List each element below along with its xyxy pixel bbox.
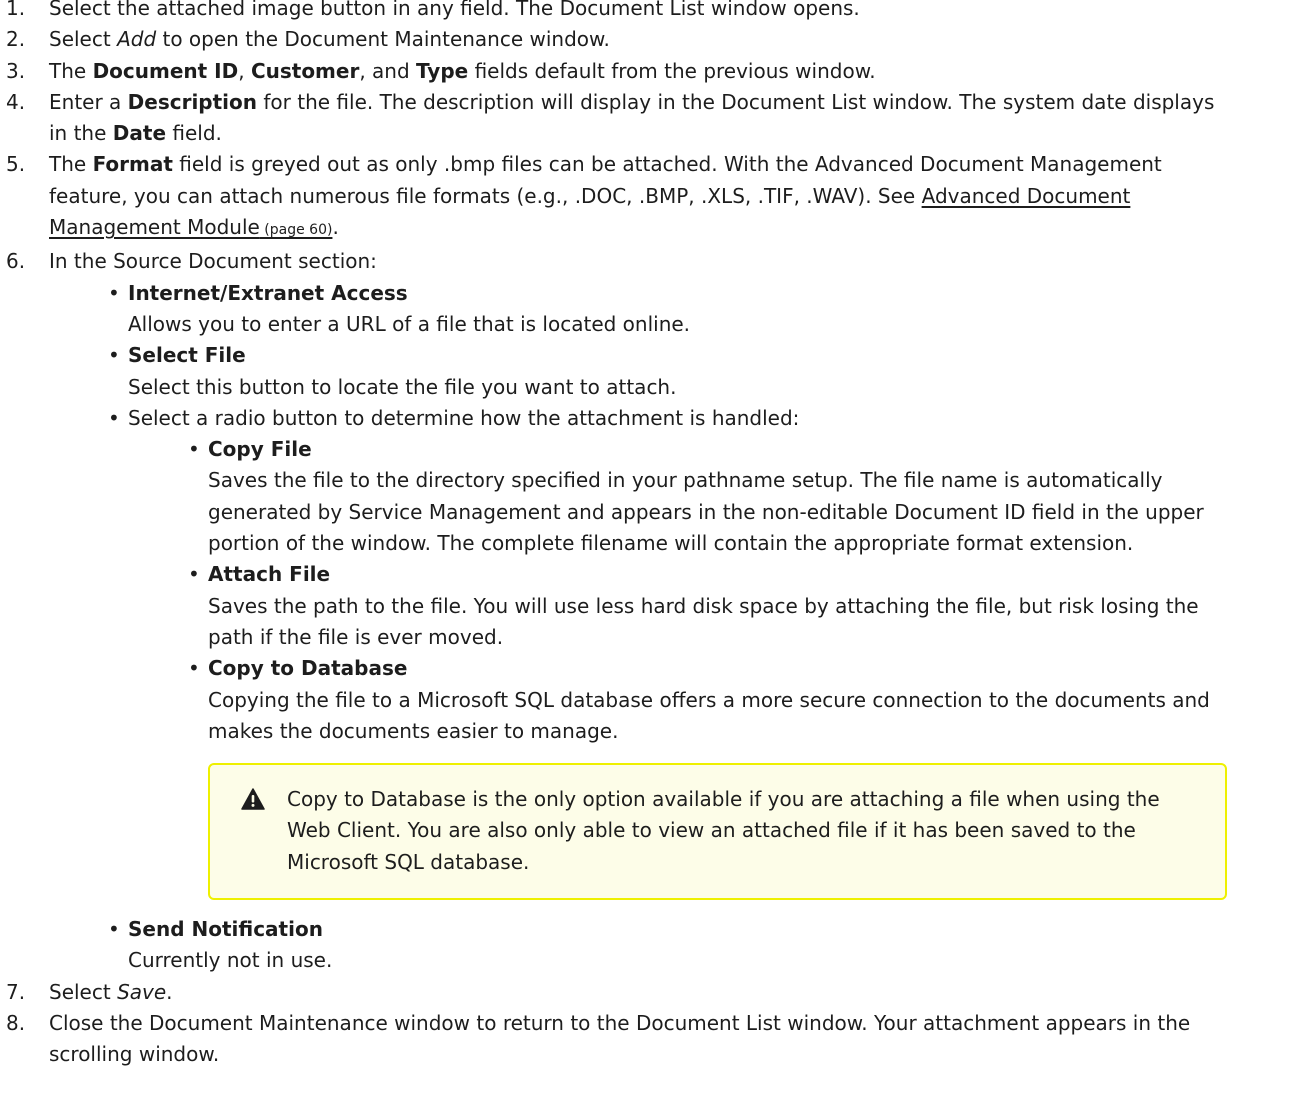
item-description: Select this button to locate the file yo… [128,374,677,399]
item-title: Copy to Database [208,656,408,681]
document-body: 1. Select the attached image button in a… [0,0,1301,1071]
field-name: Format [92,152,173,177]
source-document-list: • Internet/Extranet Access Allows you to… [49,278,1231,977]
step-text: Select [49,27,118,52]
bullet: • [108,280,120,305]
item-text: Select a radio button to determine how t… [128,405,800,430]
steps-list: 1. Select the attached image button in a… [0,0,1301,1071]
item-title: Internet/Extranet Access [128,280,408,305]
item-description: Saves the file to the directory specifie… [208,468,1204,556]
field-name: Description [127,89,258,114]
step-1: 1. Select the attached image button in a… [0,0,1301,24]
item-description: Copying the file to a Microsoft SQL data… [208,687,1210,743]
radio-options-list: • Copy File Saves the file to the direct… [128,434,1231,901]
field-name: Type [416,58,469,83]
step-number: 7. [6,979,26,1004]
list-item-select-file: • Select File Select this button to loca… [108,340,1231,403]
item-description: Allows you to enter a URL of a file that… [128,311,691,336]
field-name: Document ID [92,58,239,83]
step-number: 8. [6,1010,26,1035]
warning-icon [241,788,265,810]
step-5: 5. The Format field is greyed out as onl… [0,149,1301,246]
list-item-copy-file: • Copy File Saves the file to the direct… [188,434,1231,559]
bullet: • [188,437,200,462]
list-item-attach-file: • Attach File Saves the path to the file… [188,559,1231,653]
bullet: • [108,343,120,368]
item-title: Send Notification [128,917,323,942]
bullet: • [188,562,200,587]
step-text: Select the attached image button in any … [49,0,860,20]
step-2: 2. Select Add to open the Document Maint… [0,24,1301,55]
step-8: 8. Close the Document Maintenance window… [0,1008,1301,1071]
list-item-send-notification: • Send Notification Currently not in use… [108,914,1231,977]
step-text: In the Source Document section: [49,249,377,274]
field-name: Customer [250,58,360,83]
step-text: The [49,58,93,83]
step-4: 4. Enter a Description for the file. The… [0,87,1301,150]
step-text: , and [359,58,417,83]
step-text: The [49,152,93,177]
item-description: Saves the path to the file. You will use… [208,593,1199,649]
list-item-copy-to-database: • Copy to Database Copying the file to a… [188,653,1231,901]
step-text: Close the Document Maintenance window to… [49,1010,1191,1067]
step-number: 6. [6,249,26,274]
step-text: . [166,979,173,1004]
step-number: 1. [6,0,26,20]
step-number: 4. [6,89,26,114]
bullet: • [108,917,120,942]
warning-note: Copy to Database is the only option avai… [208,763,1227,901]
step-text: fields default from the previous window. [468,58,876,83]
note-text: Copy to Database is the only option avai… [287,787,1160,874]
list-item-internet-access: • Internet/Extranet Access Allows you to… [108,278,1231,341]
item-title: Select File [128,343,246,368]
page-reference: (page 60) [259,222,333,239]
step-number: 3. [6,58,26,83]
step-text: Select [49,979,118,1004]
step-number: 2. [6,27,26,52]
step-text: , [238,58,251,83]
step-7: 7. Select Save. [0,977,1301,1008]
item-title: Attach File [208,562,331,587]
bullet: • [108,405,120,430]
list-item-radio-options: • Select a radio button to determine how… [108,403,1231,901]
step-emphasis: Save [117,979,167,1004]
step-emphasis: Add [117,27,157,52]
item-description: Currently not in use. [128,948,333,973]
field-name: Date [112,121,167,146]
bullet: • [188,656,200,681]
step-text: to open the Document Maintenance window. [156,27,610,52]
step-6: 6. In the Source Document section: • Int… [0,246,1301,976]
item-title: Copy File [208,437,312,462]
step-3: 3. The Document ID, Customer, and Type f… [0,56,1301,87]
step-text: field. [166,121,222,146]
step-number: 5. [6,152,26,177]
step-text: Enter a [49,89,128,114]
step-text: . [332,215,339,240]
